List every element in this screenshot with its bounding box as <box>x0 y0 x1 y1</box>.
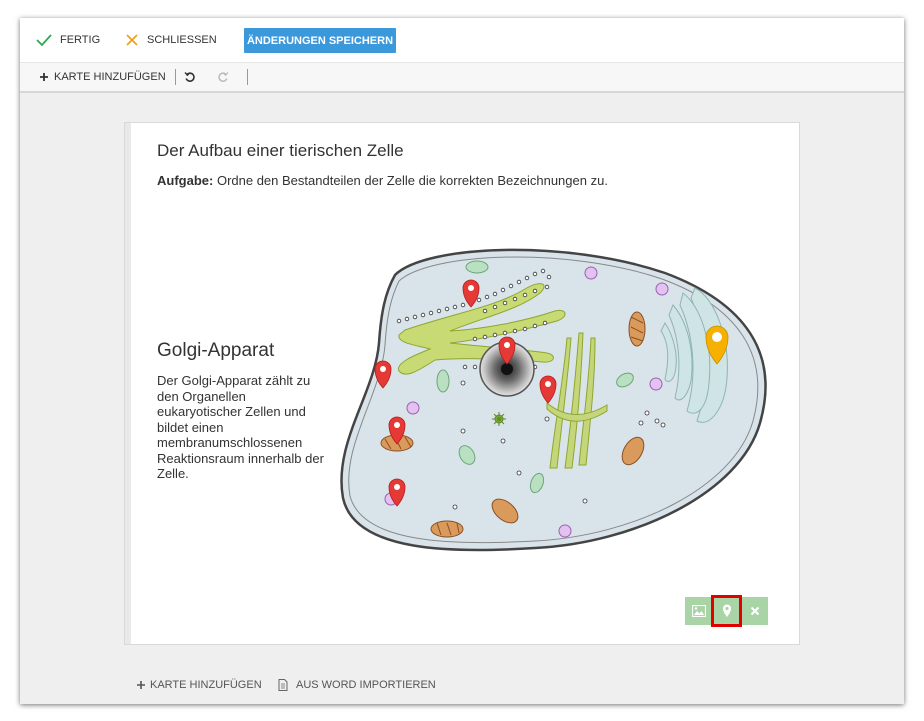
add-card-bottom-button[interactable]: KARTE HINZUFÜGEN <box>136 672 262 698</box>
undo-icon[interactable] <box>182 69 198 85</box>
check-icon <box>36 34 52 47</box>
bottom-bar: KARTE HINZUFÜGEN AUS WORD IMPORTIEREN <box>20 672 904 698</box>
plus-icon <box>137 681 145 689</box>
add-pin-button[interactable] <box>711 595 742 627</box>
hotspot-description: Der Golgi-Apparat zählt zu den Organelle… <box>157 373 324 481</box>
card-toolbar: KARTE HINZUFÜGEN <box>20 63 904 93</box>
top-bar: FERTIG SCHLIESSEN ÄNDERUNGEN SPEICHERN <box>20 18 904 63</box>
image-controls <box>685 595 769 627</box>
add-card-label: KARTE HINZUFÜGEN <box>54 71 166 83</box>
task-description: Ordne den Bestandteilen der Zelle die ko… <box>213 173 608 188</box>
done-label: FERTIG <box>60 34 101 46</box>
redo-icon[interactable] <box>215 69 231 85</box>
task-text: Aufgabe: Ordne den Bestandteilen der Zel… <box>157 173 608 188</box>
close-x-icon <box>126 34 138 46</box>
remove-image-button[interactable] <box>741 597 768 625</box>
flashcard: Der Aufbau einer tierischen Zelle Aufgab… <box>124 122 800 645</box>
centrosome <box>492 412 506 426</box>
plus-icon <box>40 73 48 81</box>
toolbar-divider-2 <box>247 69 248 85</box>
close-button[interactable]: SCHLIESSEN <box>125 18 217 62</box>
editor-window: FERTIG SCHLIESSEN ÄNDERUNGEN SPEICHERN K… <box>20 18 904 704</box>
task-label: Aufgabe: <box>157 173 214 188</box>
pin-icon <box>722 604 731 617</box>
save-changes-button[interactable]: ÄNDERUNGEN SPEICHERN <box>244 28 396 53</box>
done-button[interactable]: FERTIG <box>36 18 100 62</box>
add-card-button[interactable]: KARTE HINZUFÜGEN <box>39 63 166 91</box>
add-card-bottom-label: KARTE HINZUFÜGEN <box>150 679 262 691</box>
close-label: SCHLIESSEN <box>147 34 217 46</box>
import-word-button[interactable]: AUS WORD IMPORTIEREN <box>278 672 436 698</box>
card-title: Der Aufbau einer tierischen Zelle <box>157 141 404 160</box>
hotspot-title: Golgi-Apparat <box>157 340 275 361</box>
toolbar-divider <box>175 69 176 85</box>
animal-cell-image[interactable] <box>335 243 775 563</box>
card-side-bar <box>125 123 131 644</box>
image-icon <box>691 605 706 617</box>
close-icon <box>750 606 759 616</box>
document-icon <box>278 679 288 691</box>
change-image-button[interactable] <box>685 597 712 625</box>
import-word-label: AUS WORD IMPORTIEREN <box>296 679 436 691</box>
